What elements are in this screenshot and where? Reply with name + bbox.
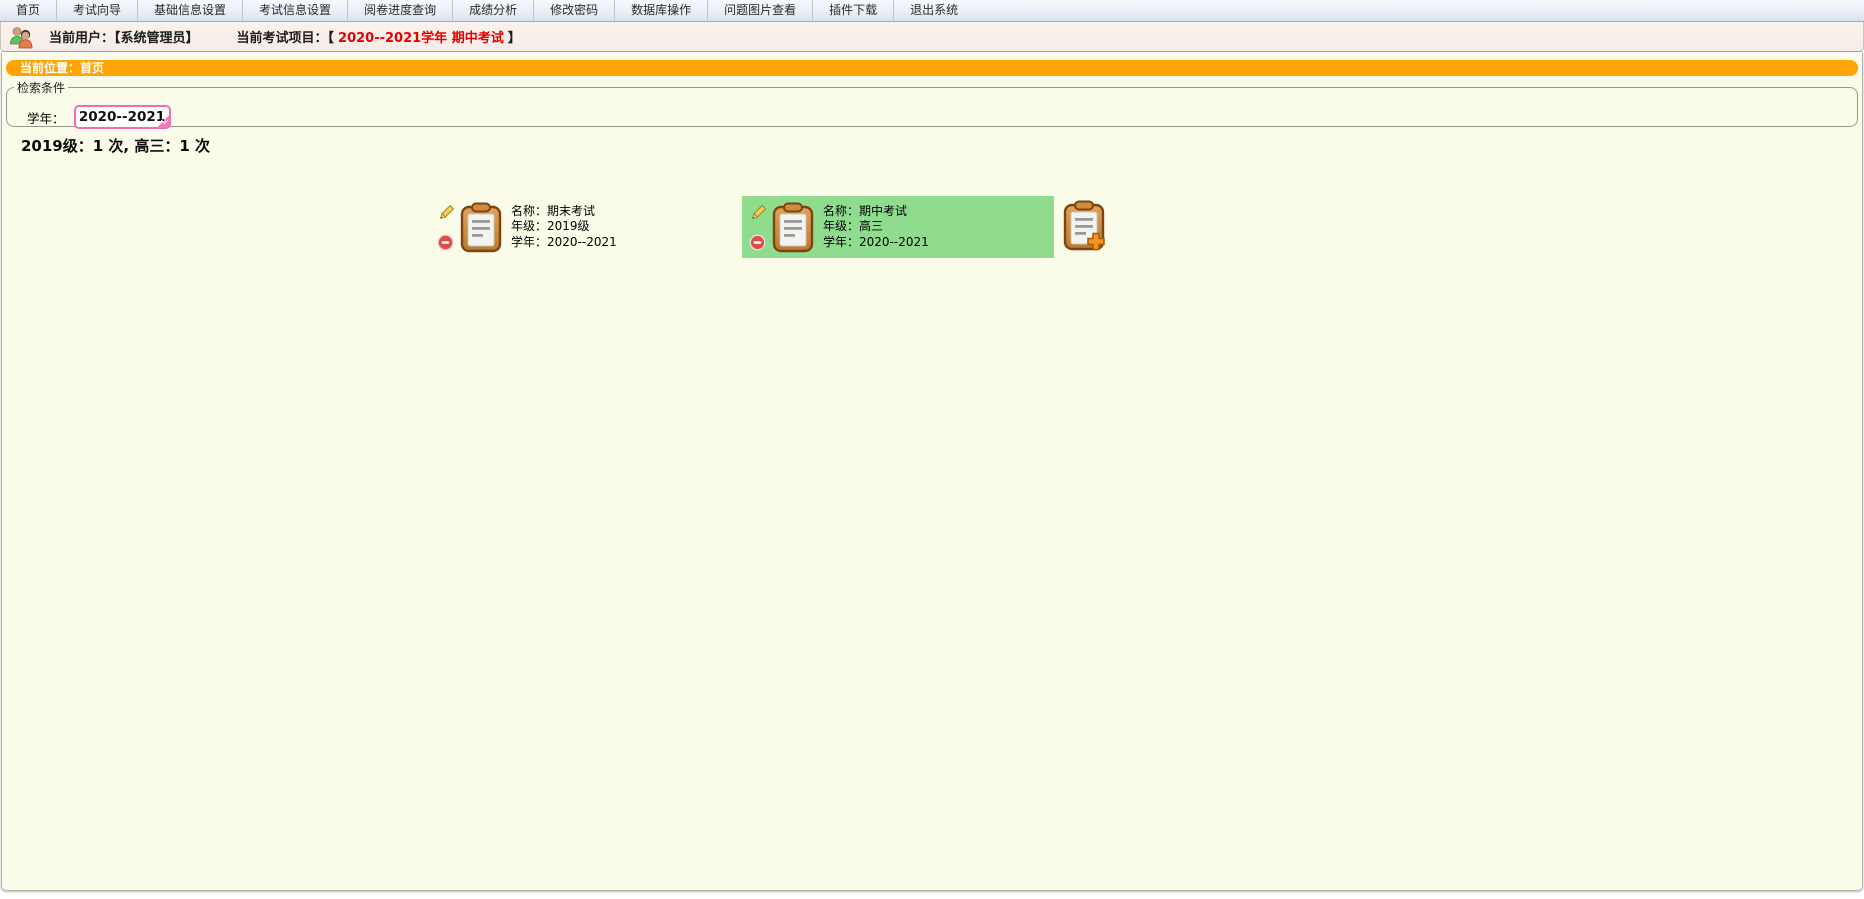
menu-item-logout[interactable]: 退出系统 (893, 0, 974, 21)
clipboard-plus-icon (1062, 238, 1108, 257)
breadcrumb-text: 当前位置：首页 (20, 61, 104, 75)
menu-item-exam-info[interactable]: 考试信息设置 (242, 0, 347, 21)
menu-item-home[interactable]: 首页 (0, 0, 56, 21)
menu-item-grading-progress[interactable]: 阅卷进度查询 (347, 0, 452, 21)
page: 首页 考试向导 基础信息设置 考试信息设置 阅卷进度查询 成绩分析 修改密码 数… (0, 0, 1864, 899)
users-icon (8, 25, 36, 49)
year-label: 学年： (27, 108, 65, 127)
project-prefix: 当前考试项目：【 (237, 27, 335, 46)
current-project-label: 当前考试项目：【 2020--2021学年 期中考试 】 (237, 27, 521, 46)
exam-grade: 年级：2019级 (511, 219, 617, 235)
exam-name: 名称：期中考试 (823, 204, 929, 220)
menu-item-problem-images[interactable]: 问题图片查看 (707, 0, 812, 21)
exam-count-summary: 2019级：1 次, 高三：1 次 (21, 135, 210, 156)
content-panel: 当前位置：首页 检索条件 学年： 2020--2021 2019级：1 次, 高… (1, 53, 1863, 891)
breadcrumb: 当前位置：首页 (6, 60, 1858, 76)
year-select-value: 2020--2021 (79, 109, 165, 125)
edit-pencil-icon[interactable] (749, 204, 769, 222)
top-menu-bar: 首页 考试向导 基础信息设置 考试信息设置 阅卷进度查询 成绩分析 修改密码 数… (0, 0, 1864, 22)
search-legend: 检索条件 (14, 79, 68, 96)
delete-minus-icon[interactable] (749, 234, 769, 251)
project-suffix: 】 (508, 27, 521, 46)
menu-item-change-password[interactable]: 修改密码 (533, 0, 614, 21)
clipboard-icon (460, 201, 502, 253)
exam-card-details: 名称：期末考试 年级：2019级 学年：2020--2021 (511, 204, 617, 251)
edit-pencil-icon[interactable] (437, 204, 457, 222)
exam-card-details: 名称：期中考试 年级：高三 学年：2020--2021 (823, 204, 929, 251)
search-conditions-fieldset: 检索条件 学年： 2020--2021 (6, 79, 1858, 127)
search-row: 学年： 2020--2021 (27, 105, 171, 129)
exam-year: 学年：2020--2021 (823, 235, 929, 251)
menu-item-exam-wizard[interactable]: 考试向导 (56, 0, 137, 21)
menu-item-database-ops[interactable]: 数据库操作 (614, 0, 707, 21)
exam-card-final[interactable]: 名称：期末考试 年级：2019级 学年：2020--2021 (430, 196, 742, 258)
menu-item-plugin-download[interactable]: 插件下载 (812, 0, 893, 21)
current-project-value: 2020--2021学年 期中考试 (338, 27, 504, 46)
exam-card-midterm-selected[interactable]: 名称：期中考试 年级：高三 学年：2020--2021 (742, 196, 1054, 258)
year-select[interactable]: 2020--2021 (74, 105, 171, 129)
delete-minus-icon[interactable] (437, 234, 457, 251)
menu-item-basic-info[interactable]: 基础信息设置 (137, 0, 242, 21)
menu-item-score-analysis[interactable]: 成绩分析 (452, 0, 533, 21)
exam-name: 名称：期末考试 (511, 204, 617, 220)
clipboard-icon (772, 201, 814, 253)
exam-grade: 年级：高三 (823, 219, 929, 235)
card-actions (437, 204, 457, 251)
card-actions (749, 204, 769, 251)
add-exam-button[interactable] (1062, 199, 1108, 253)
current-user-label: 当前用户：【系统管理员】 (49, 27, 199, 46)
user-status-bar: 当前用户：【系统管理员】 当前考试项目：【 2020--2021学年 期中考试 … (0, 22, 1864, 52)
exam-year: 学年：2020--2021 (511, 235, 617, 251)
